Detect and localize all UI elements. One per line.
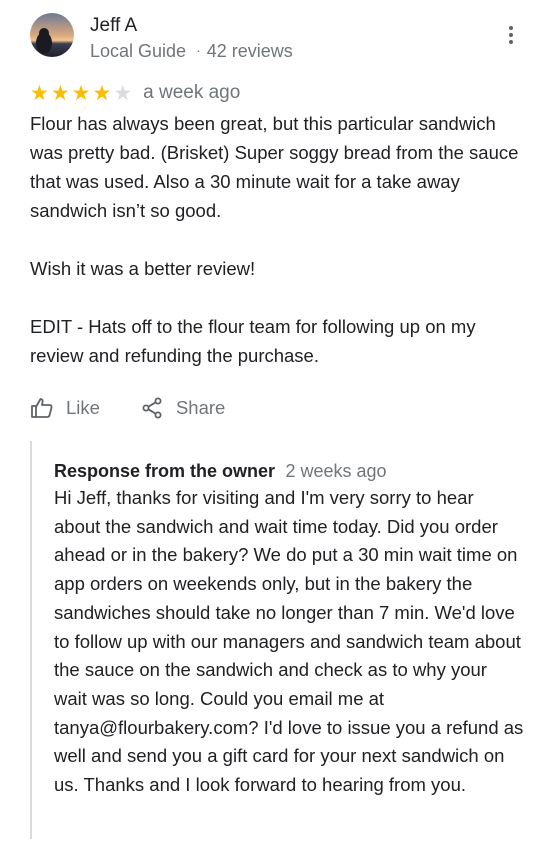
local-guide-badge: Local Guide	[90, 41, 187, 61]
star-filled-icon: ★	[92, 81, 112, 105]
star-filled-icon: ★	[71, 81, 91, 105]
star-filled-icon: ★	[50, 81, 70, 105]
thumb-up-icon	[31, 398, 53, 418]
owner-response-header: Response from the owner 2 weeks ago	[54, 458, 387, 486]
share-button[interactable]: Share	[140, 396, 225, 420]
owner-response-label: Response from the owner	[54, 461, 276, 481]
rating-row: ★ ★ ★ ★ ★ a week ago	[30, 80, 240, 106]
reviewer-name[interactable]: Jeff A	[90, 14, 137, 38]
star-rating: ★ ★ ★ ★ ★	[30, 80, 134, 106]
reviewer-meta: Local Guide · 42 reviews	[90, 38, 293, 63]
more-vert-icon[interactable]	[500, 26, 522, 52]
review-count: 42 reviews	[206, 41, 293, 61]
review-date: a week ago	[143, 82, 241, 103]
owner-response: Response from the owner 2 weeks ago Hi J…	[30, 441, 532, 839]
share-label: Share	[175, 397, 226, 418]
reviewer-avatar[interactable]	[30, 13, 74, 57]
share-icon	[142, 397, 162, 419]
star-empty-icon: ★	[113, 81, 133, 105]
star-filled-icon: ★	[30, 81, 49, 105]
review-actions: Like Share	[30, 393, 225, 423]
review-text: Flour has always been great, but this pa…	[30, 113, 519, 366]
like-label: Like	[66, 397, 100, 418]
meta-separator: ·	[196, 42, 201, 58]
avatar-photo	[30, 13, 74, 57]
owner-response-date: 2 weeks ago	[285, 461, 387, 481]
like-button[interactable]: Like	[30, 396, 100, 420]
owner-response-text: Hi Jeff, thanks for visiting and I'm ver…	[54, 487, 524, 796]
review-card: Jeff A Local Guide · 42 reviews ★ ★ ★ ★ ★ a we…	[0, 0, 543, 859]
